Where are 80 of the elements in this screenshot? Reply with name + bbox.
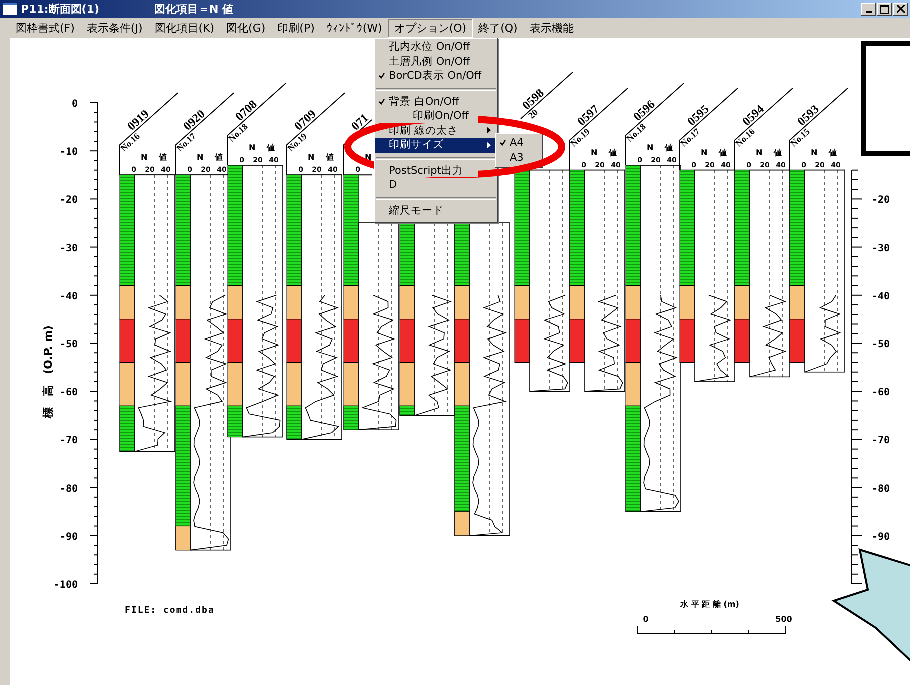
- n-label: N: [701, 148, 708, 158]
- borehole-name: 0709: [292, 106, 319, 134]
- axis-tick-label: -30: [872, 243, 890, 254]
- borehole-name: 071: [348, 110, 372, 134]
- axis-tick-label: -40: [872, 291, 890, 302]
- checkmark-icon: [500, 140, 506, 146]
- menu-item[interactable]: 印刷サイズ: [375, 138, 497, 152]
- maximize-icon: [880, 4, 889, 14]
- n-unit-label: 値: [719, 148, 727, 158]
- menu-item[interactable]: A4: [496, 136, 542, 150]
- menu-item[interactable]: 孔内水位 On/Off: [375, 40, 476, 54]
- n-label: N: [141, 153, 148, 162]
- n-label: N: [249, 144, 256, 153]
- checkmark-icon: [379, 98, 385, 105]
- n-label: N: [308, 153, 315, 162]
- n-label: N: [811, 148, 818, 158]
- menu-item[interactable]: 背景 白On/Off: [375, 94, 466, 109]
- menu-item[interactable]: 図化(G): [220, 18, 272, 38]
- axis-tick-label: -10: [60, 147, 78, 158]
- n-unit-label: 値: [159, 153, 167, 162]
- n-label: N: [197, 153, 204, 162]
- axis-tick-label: -40: [60, 291, 78, 302]
- scale-bar-label: 500: [776, 615, 792, 624]
- axis-tick-label: 0: [72, 99, 78, 110]
- borehole-name: 0593: [794, 102, 822, 129]
- menu-item[interactable]: 土層凡例 On/Off: [375, 54, 476, 69]
- menu-item[interactable]: D: [375, 178, 404, 192]
- menu-item[interactable]: 縮尺モード: [375, 204, 450, 218]
- axis-tick-label: -50: [60, 340, 78, 350]
- menu-item[interactable]: 図枠書式(F): [10, 18, 81, 38]
- borehole-name: 0920: [180, 106, 208, 134]
- minimize-button[interactable]: [861, 2, 876, 16]
- close-button[interactable]: [893, 2, 908, 16]
- file-label: FILE: comd.dba: [125, 606, 215, 616]
- window-title: P11:断面図(1): [21, 2, 100, 16]
- n-label: N: [756, 148, 763, 158]
- n-unit-label: 値: [774, 148, 782, 158]
- menu-item[interactable]: 終了(Q): [472, 18, 524, 38]
- menu-item[interactable]: 図化項目(K): [148, 18, 221, 38]
- maximize-button[interactable]: [877, 2, 892, 16]
- axis-tick-label: -20: [872, 195, 890, 206]
- axis-tick-label: -30: [60, 243, 78, 254]
- n-unit-label: 値: [267, 144, 275, 153]
- window-subtitle: 図化項目＝N 値: [154, 2, 234, 16]
- menu-item[interactable]: BorCD表示 On/Off: [375, 69, 488, 84]
- axis-tick-label: -60: [872, 388, 890, 399]
- scale-bar-label: 0: [643, 615, 649, 624]
- axis-tick-label: -70: [60, 436, 78, 447]
- checkmark-icon: [379, 73, 385, 80]
- borehole-name: 0596: [630, 97, 658, 124]
- n-unit-label: 値: [609, 148, 617, 158]
- close-icon: [896, 5, 904, 13]
- menu-item[interactable]: オプション(O): [388, 18, 473, 38]
- axis-tick-label: -50: [872, 340, 890, 350]
- n-label: N: [647, 144, 654, 153]
- menu-item[interactable]: A3: [496, 150, 542, 165]
- n-label: N: [591, 148, 598, 158]
- axis-title: 標 高 (O.P. m): [42, 326, 55, 418]
- axis-tick-label: -20: [60, 195, 78, 206]
- borehole-name: 0708: [232, 97, 260, 124]
- axis-tick-label: -80: [60, 484, 78, 495]
- axis-tick-label: -100: [54, 580, 78, 591]
- menu-item[interactable]: 印刷On/Off: [375, 109, 475, 124]
- n-unit-label: 値: [215, 153, 223, 162]
- menu-item[interactable]: ｳｨﾝﾄﾞｳ(W): [320, 20, 388, 36]
- axis-tick-label: -90: [60, 532, 78, 543]
- axis-tick-label: -60: [60, 388, 78, 399]
- n-unit-label: 値: [665, 144, 673, 153]
- scale-bar-title: 水 平 距 離 (m): [680, 600, 740, 609]
- n-unit-label: 値: [326, 153, 334, 162]
- menu-item[interactable]: 表示機能: [524, 18, 580, 38]
- axis-tick-label: -90: [872, 532, 890, 543]
- window-icon: [3, 3, 17, 15]
- menu-item[interactable]: 印刷(P): [272, 18, 321, 38]
- menu-item[interactable]: PostScript出力: [375, 164, 470, 178]
- axis-tick-label: -70: [872, 436, 890, 447]
- menu-item[interactable]: 表示条件(J): [80, 18, 149, 38]
- borehole-name: 0919: [124, 106, 152, 134]
- n-unit-label: 値: [829, 148, 837, 158]
- axis-tick-label: -80: [872, 484, 890, 495]
